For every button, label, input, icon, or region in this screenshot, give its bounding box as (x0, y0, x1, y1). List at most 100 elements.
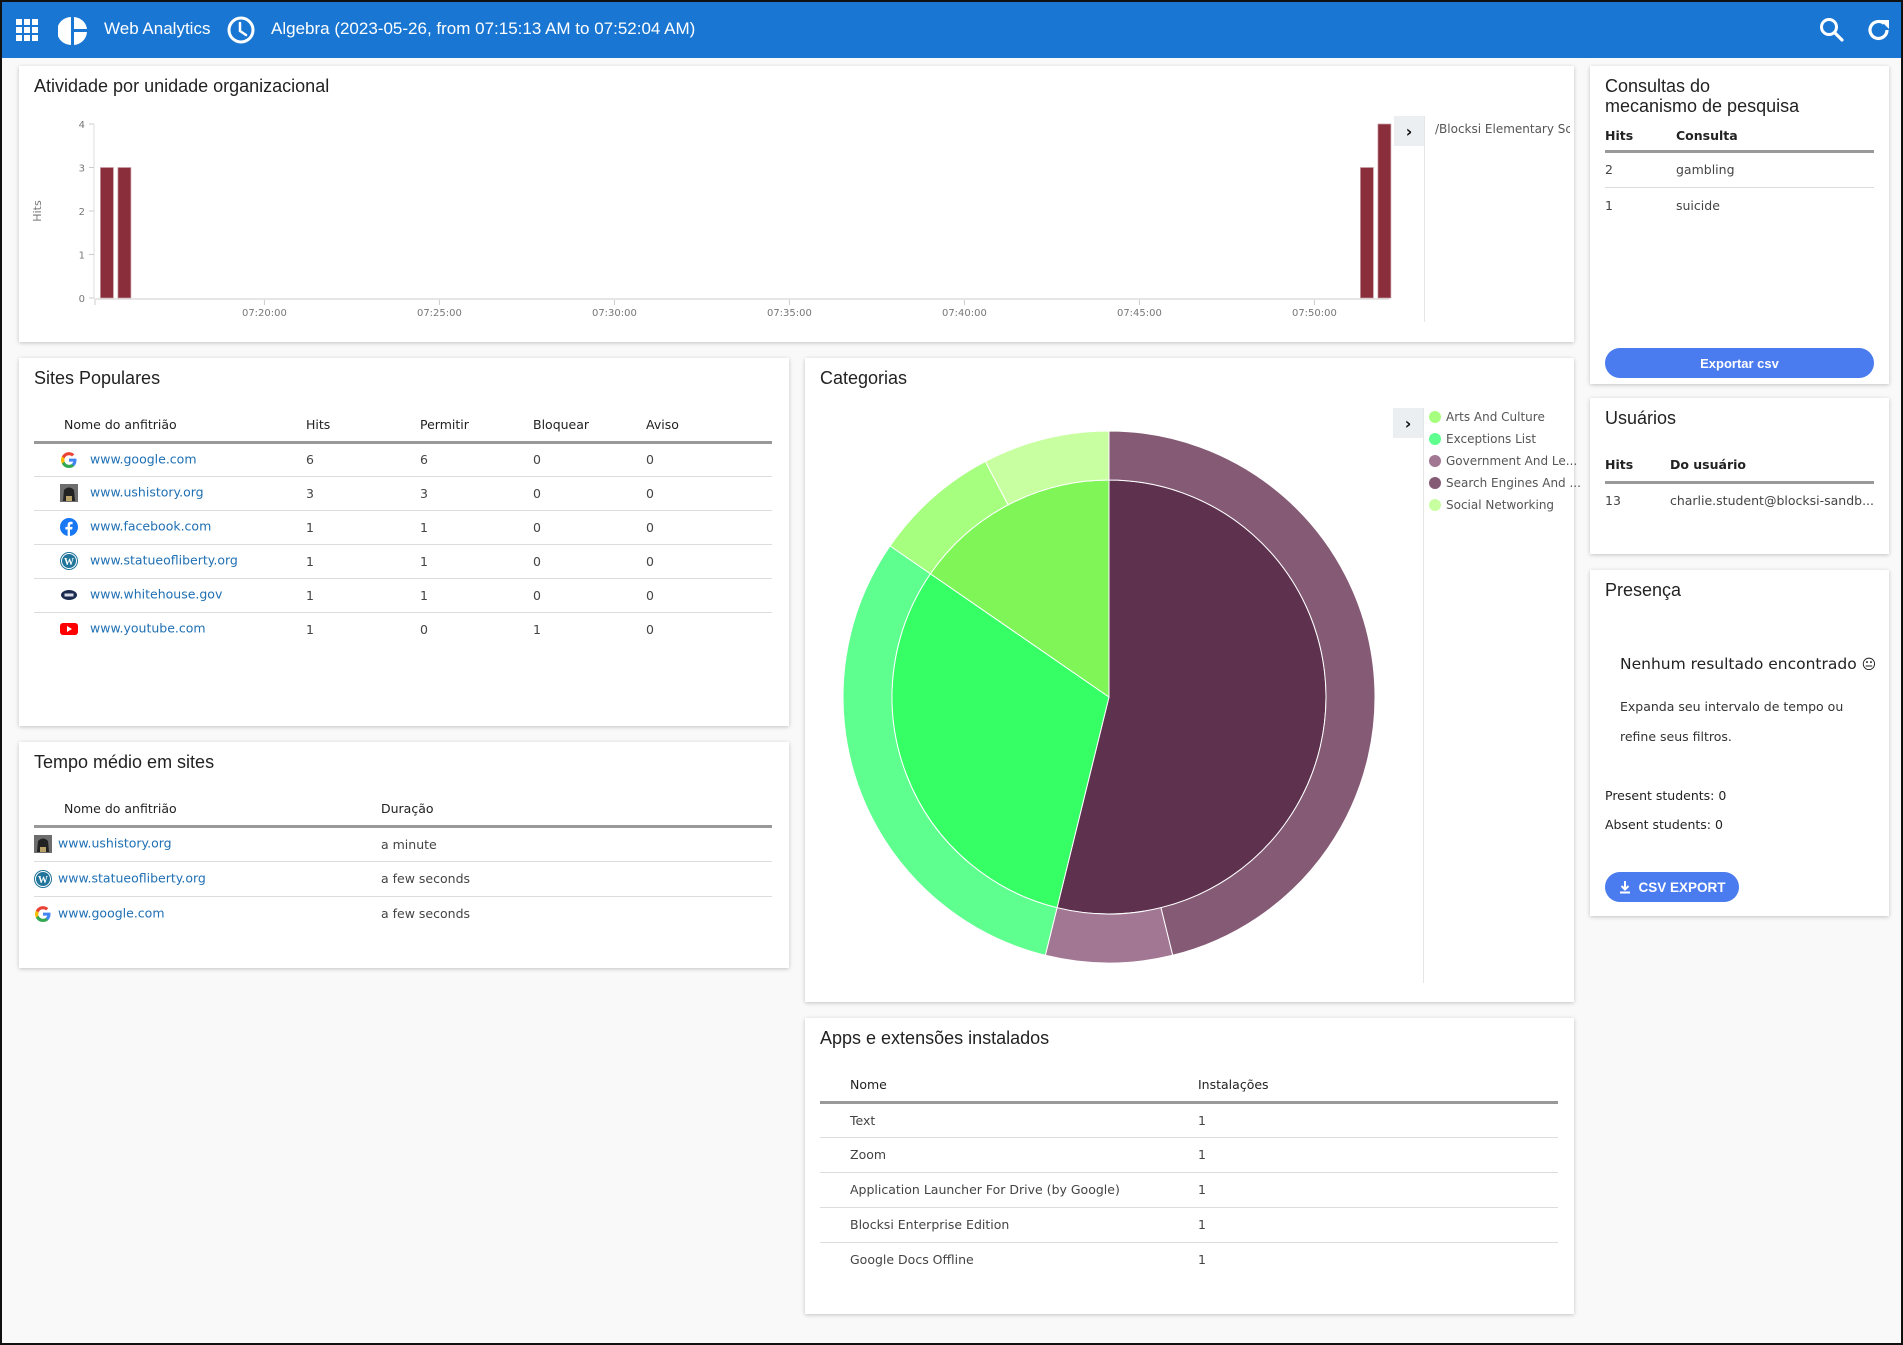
refresh-icon[interactable] (1866, 17, 1892, 43)
no-results-title: Nenhum resultado encontrado (1620, 655, 1857, 673)
search-icon[interactable] (1819, 17, 1845, 43)
duration-cell: a few seconds (381, 906, 471, 922)
legend-dot (1429, 499, 1441, 511)
popular-sites-panel: Sites Populares Nome do anfitrião Hits P… (19, 358, 789, 726)
col-hits[interactable]: Hits (306, 408, 420, 444)
y-tick-label: 2 (79, 207, 85, 218)
youtube-favicon-icon (60, 620, 78, 638)
x-tick-label: 07:45:00 (1117, 308, 1162, 319)
legend-dot (1429, 455, 1441, 467)
col-query[interactable]: Consulta (1676, 121, 1874, 153)
host-link[interactable]: www.google.com (90, 451, 197, 466)
table-row: Wwww.statueofliberty.org a few seconds (34, 861, 772, 897)
col-block[interactable]: Bloquear (533, 408, 646, 444)
y-tick-label: 0 (79, 294, 85, 305)
x-tick-label: 07:35:00 (767, 308, 812, 319)
table-row: Google Docs Offline 1 (820, 1242, 1558, 1277)
x-tick-label: 07:25:00 (417, 308, 462, 319)
app-name-cell: Blocksi Enterprise Edition (820, 1207, 1198, 1243)
block-cell: 0 (533, 578, 646, 613)
legend-dot (1429, 477, 1441, 489)
col-installs[interactable]: Instalações (1198, 1068, 1558, 1104)
avg-time-table: Nome do anfitrião Duração www.ushistory.… (34, 792, 772, 931)
avg-time-title: Tempo médio em sites (34, 752, 215, 772)
download-icon (1620, 881, 1631, 894)
col-host[interactable]: Nome do anfitrião (34, 408, 306, 444)
categories-legend-toggle[interactable]: › (1393, 408, 1423, 438)
installs-cell: 1 (1198, 1207, 1558, 1243)
neutral-face-icon: 😐 (1861, 657, 1877, 673)
table-row: www.ushistory.org a minute (34, 826, 772, 862)
block-cell: 0 (533, 442, 646, 477)
allow-cell: 6 (420, 442, 533, 477)
host-link[interactable]: www.youtube.com (90, 621, 206, 636)
col-duration[interactable]: Duração (381, 792, 772, 828)
whitehouse-favicon-icon (60, 586, 78, 604)
table-row: www.google.com a few seconds (34, 896, 772, 931)
app-title: Web Analytics (104, 19, 211, 38)
legend-item[interactable]: /Blocksi Elementary Sch (1430, 122, 1570, 136)
no-results-hint: Expanda seu intervalo de tempo ou refine… (1620, 699, 1844, 744)
legend-divider (1423, 408, 1424, 983)
col-name[interactable]: Nome (820, 1068, 1198, 1104)
table-row: www.ushistory.org 3 3 0 0 (34, 476, 772, 511)
legend-label: Arts And Culture (1446, 410, 1545, 424)
title-line-1: Consultas do (1605, 76, 1711, 96)
presence-panel: Presença Nenhum resultado encontrado 😐 E… (1590, 570, 1889, 916)
query-cell: gambling (1676, 151, 1874, 188)
google-favicon-icon (34, 905, 52, 923)
col-hits[interactable]: Hits (1605, 448, 1670, 484)
legend-item[interactable]: Search Engines And ... (1429, 476, 1581, 490)
warn-cell: 0 (646, 476, 772, 511)
hits-cell: 1 (306, 578, 420, 613)
host-link[interactable]: www.google.com (58, 905, 165, 920)
legend-label: Social Networking (1446, 498, 1555, 512)
legend-item[interactable]: Government And Le... (1429, 454, 1577, 468)
top-app-bar: Web Analytics Algebra (2023-05-26, from … (2, 2, 1901, 58)
legend-divider (1424, 116, 1425, 322)
host-link[interactable]: www.facebook.com (90, 519, 211, 534)
apps-title: Apps e extensões instalados (820, 1028, 1050, 1048)
y-axis-label: Hits (31, 200, 44, 222)
col-user[interactable]: Do usuário (1669, 448, 1874, 484)
legend-item[interactable]: Social Networking (1429, 498, 1554, 512)
host-link[interactable]: www.statueofliberty.org (58, 870, 206, 885)
table-row: www.facebook.com 1 1 0 0 (34, 510, 772, 545)
export-csv-button[interactable]: Exportar csv (1605, 348, 1874, 378)
col-hits[interactable]: Hits (1605, 121, 1676, 153)
table-row: 2 gambling (1605, 151, 1874, 188)
legend-item[interactable]: Exceptions List (1429, 432, 1536, 446)
host-link[interactable]: www.whitehouse.gov (90, 587, 222, 602)
outer-slice[interactable] (1044, 907, 1174, 964)
search-queries-title: Consultas do mecanismo de pesquisa (1605, 76, 1799, 116)
chevron-right-icon: › (1405, 121, 1413, 141)
user-cell[interactable]: charlie.student@blocksi-sandb... (1670, 482, 1874, 518)
host-link[interactable]: www.ushistory.org (90, 485, 204, 500)
app-name-cell: Text (820, 1102, 1198, 1138)
app-name-cell: Zoom (820, 1137, 1198, 1173)
host-link[interactable]: www.statueofliberty.org (90, 553, 238, 568)
legend-label: Exceptions List (1446, 432, 1537, 446)
session-title: Algebra (2023-05-26, from 07:15:13 AM to… (271, 19, 696, 38)
allow-cell: 0 (420, 621, 428, 637)
present-students-count: Present students: 0 (1605, 788, 1727, 803)
host-link[interactable]: www.ushistory.org (58, 836, 172, 851)
col-warn[interactable]: Aviso (646, 408, 772, 444)
col-host[interactable]: Nome do anfitrião (34, 792, 381, 828)
legend-item[interactable]: Arts And Culture (1429, 410, 1545, 424)
hits-cell: 1 (1605, 197, 1613, 213)
activity-chart: 0 1 2 3 4 Hits 07:20:00 07:25:00 07:30:00 07:35:0… (31, 120, 1392, 319)
svg-text:W: W (38, 875, 48, 886)
apps-table: Nome Instalações Text 1 Zoom 1 Application L… (820, 1068, 1558, 1277)
y-tick-label: 4 (79, 120, 85, 131)
activity-legend-toggle[interactable]: › (1394, 116, 1424, 146)
col-allow[interactable]: Permitir (420, 408, 533, 444)
apps-grid-icon[interactable] (15, 18, 39, 42)
clock-icon[interactable] (226, 15, 256, 45)
apps-panel: Apps e extensões instalados Nome Instala… (805, 1018, 1574, 1314)
x-tick-label: 07:50:00 (1292, 308, 1337, 319)
bar (117, 167, 132, 299)
csv-export-button[interactable]: CSV EXPORT (1605, 872, 1739, 902)
activity-panel: Atividade por unidade organizacional 012… (19, 66, 1574, 342)
warn-cell: 0 (646, 442, 772, 477)
